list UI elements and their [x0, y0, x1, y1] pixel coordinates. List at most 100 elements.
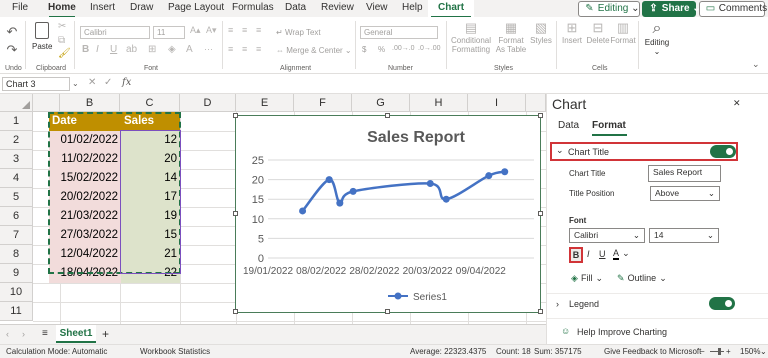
tab-view[interactable]: View [364, 0, 390, 17]
resize-handle[interactable] [233, 309, 238, 314]
undo-icon[interactable]: ↶ [5, 24, 19, 40]
resize-handle[interactable] [233, 113, 238, 118]
strikethrough-icon[interactable]: ab [126, 44, 137, 55]
conditional-formatting-button[interactable]: ▤ Conditional Formatting [450, 20, 492, 54]
copy-icon[interactable]: ⧉ [58, 35, 65, 46]
column-header-j[interactable] [526, 94, 546, 112]
align-left-icon[interactable]: ≡ [228, 44, 233, 54]
zoom-out-button[interactable]: − [700, 347, 705, 356]
share-button[interactable]: ⇪ Share ⌄ [642, 1, 701, 17]
resize-handle[interactable] [538, 113, 543, 118]
name-box[interactable]: Chart 3 [2, 77, 70, 91]
zoom-level[interactable]: 150% [740, 347, 760, 356]
delete-cells-button[interactable]: ⊟ Delete [586, 20, 610, 45]
add-sheet-button[interactable]: + [102, 327, 109, 341]
spreadsheet-grid[interactable]: B C D E F G H I 1 2 3 4 5 6 7 8 9 10 11 [0, 94, 546, 324]
tab-draw[interactable]: Draw [128, 0, 155, 17]
more-options-icon[interactable]: ··· [204, 44, 213, 54]
column-header[interactable]: B [60, 94, 120, 112]
row-header[interactable]: 3 [0, 150, 33, 169]
currency-button[interactable]: $ [362, 45, 366, 54]
redo-icon[interactable]: ↷ [5, 42, 19, 58]
column-header[interactable]: G [352, 94, 410, 112]
column-header[interactable]: C [120, 94, 180, 112]
sheet-tab-sheet1[interactable]: Sheet1 [56, 325, 96, 343]
row-header[interactable]: 10 [0, 283, 33, 302]
fill-color-icon[interactable]: ◈ [168, 44, 176, 55]
collapse-ribbon-icon[interactable]: ⌄ [752, 59, 760, 70]
chevron-right-icon[interactable]: › [556, 299, 559, 309]
tab-insert[interactable]: Insert [88, 0, 117, 17]
grow-font-icon[interactable]: A▴ [190, 25, 201, 36]
chart-object[interactable]: Sales Report 0 5 10 15 20 25 19/01/2022 08/02/20… [235, 115, 541, 313]
format-painter-icon[interactable]: 🖌 [58, 48, 71, 59]
align-center-icon[interactable]: ≡ [242, 44, 247, 54]
workbook-stats-link[interactable]: Workbook Statistics [140, 347, 210, 356]
close-icon[interactable]: ✕ [733, 98, 741, 109]
resize-handle[interactable] [538, 211, 543, 216]
row-header[interactable]: 5 [0, 188, 33, 207]
borders-icon[interactable]: ⊞ [148, 44, 156, 55]
legend-section-label[interactable]: Legend [569, 299, 599, 309]
merge-center-button[interactable]: ⇔ Merge & Center ⌄ [276, 44, 352, 56]
align-right-icon[interactable]: ≡ [256, 44, 261, 54]
chevron-down-icon[interactable]: ⌄ [760, 347, 767, 356]
row-header[interactable]: 8 [0, 245, 33, 264]
tab-data[interactable]: Data [558, 120, 579, 131]
chevron-down-icon[interactable]: ⌄ [72, 79, 79, 88]
italic-button[interactable]: I [587, 249, 590, 259]
tab-review[interactable]: Review [319, 0, 356, 17]
decrease-decimal-button[interactable]: .0→.00 [418, 45, 441, 52]
font-color-button[interactable]: A ⌄ [613, 247, 631, 260]
cut-icon[interactable]: ✂ [58, 21, 66, 32]
column-header-a[interactable] [33, 94, 60, 112]
bold-button[interactable]: B [569, 247, 583, 263]
legend-toggle[interactable] [709, 297, 735, 310]
chart-title-input[interactable]: Sales Report [648, 165, 721, 182]
zoom-in-button[interactable]: + [726, 347, 731, 356]
wrap-text-button[interactable]: ↵ Wrap Text [276, 26, 321, 38]
feedback-link[interactable]: Give Feedback to Microsoft [604, 347, 701, 356]
formula-input[interactable] [138, 76, 764, 92]
row-header[interactable]: 1 [0, 112, 33, 131]
shrink-font-icon[interactable]: A▾ [206, 25, 217, 36]
row-header[interactable]: 2 [0, 131, 33, 150]
align-top-icon[interactable]: ≡ [228, 25, 233, 35]
bold-icon[interactable]: B [82, 44, 89, 55]
font-color-icon[interactable]: A [186, 44, 193, 55]
font-name-dropdown[interactable]: Calibri [80, 26, 150, 39]
column-header[interactable]: E [236, 94, 294, 112]
zoom-slider[interactable] [710, 351, 724, 352]
font-size-dropdown[interactable]: 11 [153, 26, 185, 39]
zoom-slider-thumb[interactable] [718, 348, 721, 355]
tab-help[interactable]: Help [400, 0, 425, 17]
resize-handle[interactable] [385, 113, 390, 118]
column-header[interactable]: I [468, 94, 526, 112]
underline-icon[interactable]: U [110, 44, 117, 55]
row-header[interactable]: 4 [0, 169, 33, 188]
resize-handle[interactable] [233, 211, 238, 216]
row-header[interactable]: 6 [0, 207, 33, 226]
number-format-dropdown[interactable]: General [360, 26, 438, 39]
row-header[interactable]: 11 [0, 302, 33, 321]
align-bottom-icon[interactable]: ≡ [256, 25, 261, 35]
tab-page-layout[interactable]: Page Layout [166, 0, 226, 17]
tab-chart[interactable]: Chart [428, 0, 475, 18]
scroll-left-icon[interactable]: ‹ [6, 329, 9, 339]
scroll-right-icon[interactable]: › [22, 329, 25, 339]
styles-button[interactable]: ▧ Styles [530, 20, 552, 45]
confirm-icon[interactable]: ✓ [104, 77, 112, 88]
fill-button[interactable]: ◈ Fill ⌄ [571, 272, 603, 284]
help-improve-link[interactable]: Help Improve Charting [577, 327, 667, 337]
font-size-dropdown[interactable]: 14 ⌄ [649, 228, 719, 243]
tab-file[interactable]: File [10, 0, 30, 17]
editing-button[interactable]: ⌕ Editing ⌄ [642, 20, 672, 56]
tab-formulas[interactable]: Formulas [230, 0, 276, 17]
title-position-dropdown[interactable]: Above ⌄ [650, 186, 720, 201]
column-header[interactable]: F [294, 94, 352, 112]
chart-title-toggle[interactable] [710, 145, 736, 158]
increase-decimal-button[interactable]: .00→.0 [392, 45, 415, 52]
paste-button[interactable]: Paste [30, 20, 54, 60]
italic-icon[interactable]: I [96, 44, 99, 55]
format-as-table-button[interactable]: ▦ Format As Table [494, 20, 528, 54]
